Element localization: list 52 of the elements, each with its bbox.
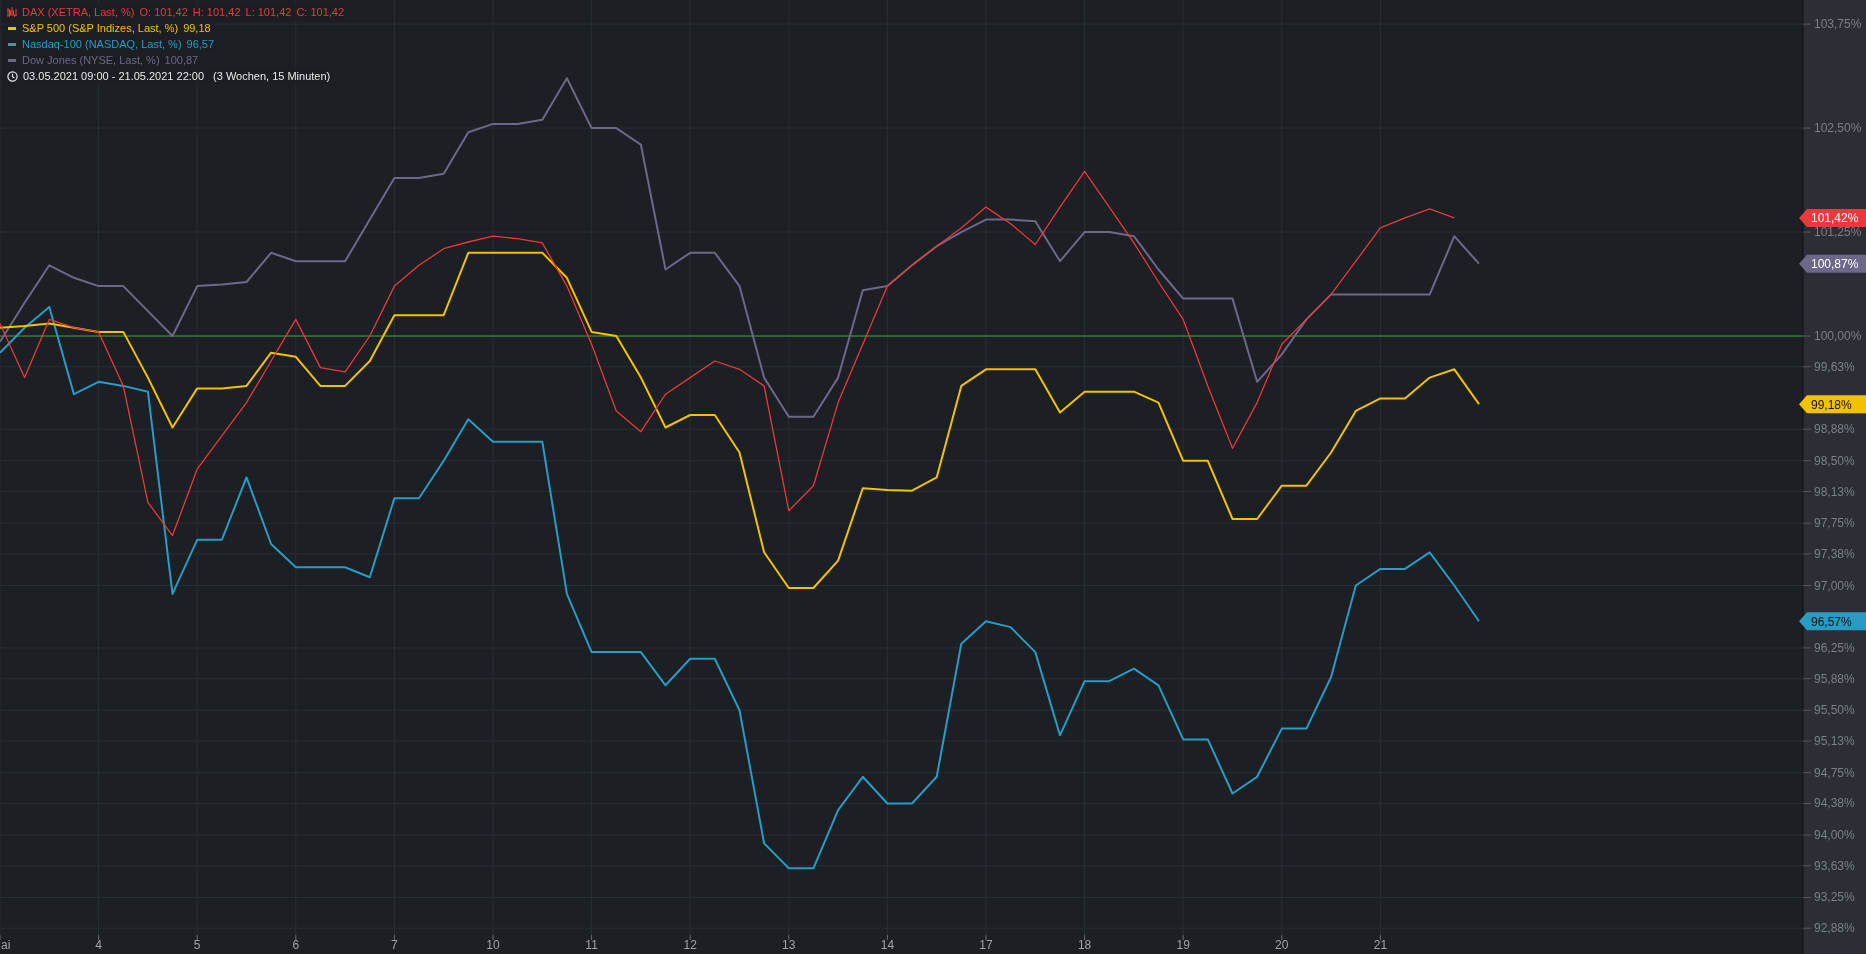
y-tick-label: 93,63% [1814,858,1855,873]
y-tick-label: 94,75% [1814,765,1855,780]
series-value: O: 101,42 [139,5,188,20]
x-tick-label: 11 [585,938,598,952]
y-tick-label: 102,50% [1814,121,1862,136]
y-tick-label: 98,88% [1814,422,1855,437]
x-tick-label: 17 [979,938,993,952]
y-tick-label: 99,63% [1814,359,1855,374]
x-tick-label: 7 [391,938,398,952]
period-detail: (3 Wochen, 15 Minuten) [213,69,331,84]
y-tick-label: 101,25% [1814,225,1862,240]
x-tick-label: 4 [95,938,102,952]
price-label: 96,57% [1799,612,1866,631]
y-tick-label: 92,88% [1814,921,1855,936]
y-tick-label: 95,13% [1814,734,1855,749]
x-tick-label: 21 [1373,938,1388,952]
y-tick-label: 94,38% [1814,796,1855,811]
y-tick-label: 93,25% [1814,890,1855,905]
series-name: DAX (XETRA, Last, %) [22,5,135,20]
series-value: C: 101,42 [296,5,345,20]
y-tick-label: 95,88% [1814,671,1855,686]
x-tick-label: 10 [486,938,500,952]
series-value: 99,18 [183,21,211,36]
series-value: L: 101,42 [245,5,292,20]
x-tick-label: 14 [880,938,895,952]
series-name: Dow Jones (NYSE, Last, %) [22,53,160,68]
series-value: H: 101,42 [192,5,241,20]
y-tick-label: 98,50% [1814,453,1855,468]
clock-icon [7,70,18,82]
x-tick-label: 5 [193,938,201,952]
y-tick-label: 103,75% [1814,17,1862,32]
x-tick-label: 13 [782,938,796,952]
x-tick-label: 6 [292,938,300,952]
date-range: 03.05.2021 09:00 - 21.05.2021 22:00 [23,69,205,84]
x-tick-label: 12 [683,938,697,952]
y-tick-label: 97,75% [1814,516,1855,531]
y-tick-label: 94,00% [1814,828,1855,843]
x-tick-label: 20 [1275,938,1289,952]
y-tick-label: 98,13% [1814,484,1855,499]
price-label: 99,18% [1799,395,1866,414]
series-name: S&P 500 (S&P Indizes, Last, %) [22,21,179,36]
y-tick-label: 96,25% [1814,640,1855,655]
x-tick-label: ai [1,938,11,952]
y-tick-label: 95,50% [1814,703,1855,718]
series-value: 96,57 [186,37,215,52]
x-tick-label: 18 [1077,938,1092,952]
y-tick-label: 97,00% [1814,578,1855,593]
series-value: 100,87 [164,53,199,68]
y-tick-label: 97,38% [1814,546,1855,561]
y-tick-label: 100,00% [1814,329,1862,343]
series-name: Nasdaq-100 (NASDAQ, Last, %) [22,37,182,52]
x-tick-label: 19 [1176,938,1190,952]
